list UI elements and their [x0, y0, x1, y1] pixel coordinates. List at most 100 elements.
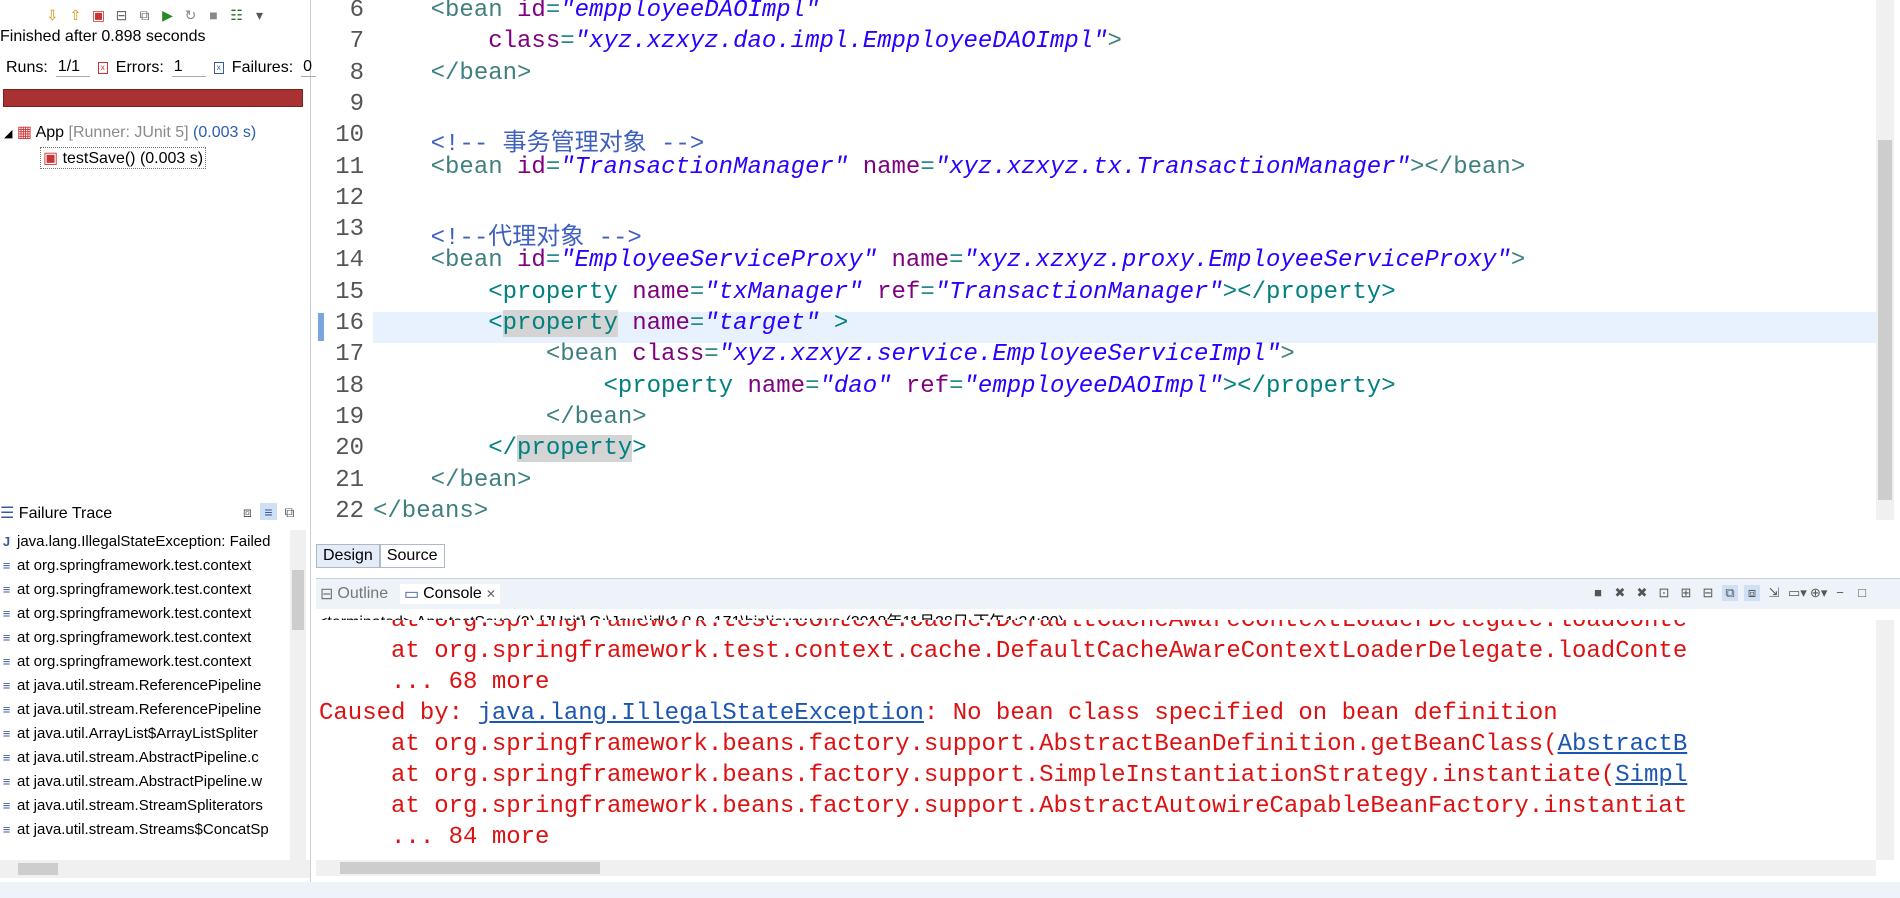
compare-icon[interactable]: ⧈	[239, 503, 256, 520]
console-scroll-thumb[interactable]	[340, 862, 600, 874]
trace-row-text: at java.util.stream.Streams$ConcatSp	[17, 821, 269, 838]
maximize-icon[interactable]: □	[1854, 585, 1870, 601]
previous-failure-icon[interactable]: ⇧	[67, 7, 84, 24]
code-line[interactable]: <bean id="EmployeeServiceProxy" name="xy…	[373, 247, 1526, 274]
history-icon[interactable]: ☷	[228, 7, 245, 24]
show-failures-only-icon[interactable]: ▣	[90, 7, 107, 24]
open-console-icon[interactable]: ⊕▾	[1810, 585, 1827, 601]
clear-console-icon[interactable]: ⊡	[1656, 585, 1672, 601]
tab-console[interactable]: ▭ Console ✕	[400, 584, 500, 604]
next-failure-icon[interactable]: ⇩	[44, 7, 61, 24]
display-console-icon[interactable]: ▭▾	[1788, 585, 1807, 601]
remove-all-icon[interactable]: ✖	[1634, 585, 1650, 601]
trace-row-text: at java.util.stream.AbstractPipeline.c	[17, 749, 259, 766]
console-line: ... 84 more	[319, 824, 550, 851]
stack-frame-icon: ≡	[2, 630, 11, 645]
expand-arrow-icon[interactable]: ◢	[4, 128, 12, 140]
stack-frame-icon: ≡	[2, 702, 11, 717]
trace-row-text: java.lang.IllegalStateException: Failed	[17, 533, 271, 550]
line-number: 12	[335, 184, 364, 212]
outline-icon: ⊟	[320, 586, 334, 603]
line-number: 11	[335, 153, 364, 181]
trace-row-text: at org.springframework.test.context	[17, 557, 252, 574]
line-number: 13	[335, 216, 364, 244]
line-number: 17	[335, 341, 364, 369]
pin-console-icon[interactable]: ⇲	[1766, 585, 1782, 601]
trace-row[interactable]: ≡ at java.util.stream.ReferencePipeline	[0, 674, 290, 698]
code-line[interactable]: <property name="dao" ref="empployeeDAOIm…	[373, 373, 1395, 400]
remove-launch-icon[interactable]: ✖	[1612, 585, 1628, 601]
tab-outline-label: Outline	[337, 585, 389, 602]
trace-row[interactable]: ≡ at org.springframework.test.context	[0, 602, 290, 626]
console-line: Caused by: java.lang.IllegalStateExcepti…	[319, 700, 1558, 727]
trace-row[interactable]: ≡ at java.util.stream.Streams$ConcatSp	[0, 818, 290, 842]
tab-source[interactable]: Source	[379, 544, 445, 568]
rerun-test-icon[interactable]: ▶	[159, 7, 176, 24]
scroll-lock-icon[interactable]: ⊞	[1678, 585, 1694, 601]
run-counts: Runs: 1/1 x Errors: 1 x Failures: 0	[6, 58, 336, 77]
trace-row[interactable]: ≡ at java.util.stream.AbstractPipeline.w	[0, 770, 290, 794]
terminate-icon[interactable]: ■	[1590, 585, 1606, 601]
trace-row[interactable]: ≡ at java.util.stream.AbstractPipeline.c	[0, 746, 290, 770]
code-line[interactable]: </beans>	[373, 498, 488, 525]
code-line[interactable]: </bean>	[373, 467, 532, 494]
code-line[interactable]: </property>	[373, 435, 647, 463]
trace-row[interactable]: ≡ at org.springframework.test.context	[0, 578, 290, 602]
trace-row-text: at org.springframework.test.context	[17, 605, 252, 622]
editor-scroll-thumb[interactable]	[1878, 140, 1892, 500]
line-number: 7	[349, 28, 364, 56]
tree-item-app[interactable]: ◢ ▦ App [Runner: JUnit 5] (0.003 s)	[4, 122, 256, 142]
minimize-icon[interactable]: −	[1832, 585, 1848, 601]
failure-icon: x	[213, 61, 224, 74]
trace-row[interactable]: ≡ at java.util.stream.ReferencePipeline	[0, 698, 290, 722]
trace-row[interactable]: ≡ at org.springframework.test.context	[0, 626, 290, 650]
code-line[interactable]: <property name="target" >	[373, 310, 848, 337]
errors-value: 1	[171, 58, 206, 77]
view-menu-icon[interactable]: ▾	[251, 7, 268, 24]
test-error-icon: ▣	[43, 150, 59, 167]
error-icon: x	[97, 61, 108, 74]
show-on-error-icon[interactable]: ⧈	[1744, 585, 1760, 601]
trace-row[interactable]: Jjava.lang.IllegalStateException: Failed	[0, 530, 290, 554]
code-line[interactable]: <bean id="empployeeDAOImpl"	[373, 0, 820, 24]
console-line: ... 68 more	[319, 669, 550, 696]
trace-row[interactable]: ≡ at java.util.ArrayList$ArrayListSpliter	[0, 722, 290, 746]
console-line: at org.springframework.beans.factory.sup…	[319, 731, 1688, 758]
trace-row[interactable]: ≡ at org.springframework.test.context	[0, 650, 290, 674]
trace-row[interactable]: ≡ at org.springframework.test.context	[0, 554, 290, 578]
code-line[interactable]: class="xyz.xzxyz.dao.impl.EmpployeeDAOIm…	[373, 28, 1122, 55]
stack-frame-icon: ≡	[2, 750, 11, 765]
trace-vertical-scrollbar[interactable]	[290, 530, 306, 860]
trace-row[interactable]: ≡ at java.util.stream.StreamSpliterators	[0, 794, 290, 818]
xml-editor[interactable]: 6 <bean id="empployeeDAOImpl" 7 class="xy…	[316, 0, 1900, 550]
code-line[interactable]: <bean id="TransactionManager" name="xyz.…	[373, 154, 1526, 181]
stop-icon[interactable]: ■	[205, 7, 222, 24]
copy-trace-icon[interactable]: ⧉	[281, 503, 298, 520]
trace-horizontal-scrollbar[interactable]	[0, 860, 310, 878]
tab-outline[interactable]: ⊟ Outline	[320, 584, 388, 604]
rerun-failed-icon[interactable]: ↻	[182, 7, 199, 24]
editor-horizontal-scrollbar[interactable]	[376, 522, 1876, 536]
layout-icon[interactable]: ⧉	[136, 7, 153, 24]
console-output[interactable]: at org.springframework.test.context.cach…	[316, 620, 1876, 858]
editor-mode-tabs: Design Source	[316, 544, 445, 568]
trace-row-text: at java.util.stream.AbstractPipeline.w	[17, 773, 263, 790]
console-vertical-scrollbar[interactable]	[1876, 620, 1894, 860]
code-line[interactable]: </bean>	[373, 404, 647, 431]
close-icon[interactable]: ✕	[486, 587, 496, 601]
tab-design[interactable]: Design	[316, 544, 380, 568]
code-line[interactable]: </bean>	[373, 60, 532, 87]
code-line[interactable]: <bean class="xyz.xzxyz.service.EmployeeS…	[373, 341, 1295, 368]
show-on-output-icon[interactable]: ⧉	[1722, 585, 1738, 601]
trace-row-text: at java.util.stream.ReferencePipeline	[17, 677, 262, 694]
errors-label: Errors:	[115, 58, 164, 76]
filter-stack-icon[interactable]: ≡	[260, 503, 277, 520]
tree-item-testsave[interactable]: ▣ testSave() (0.003 s)	[40, 147, 207, 169]
trace-row-text: at java.util.ArrayList$ArrayListSpliter	[17, 725, 258, 742]
word-wrap-icon[interactable]: ⊟	[1700, 585, 1716, 601]
scroll-lock-icon[interactable]: ⊟	[113, 7, 130, 24]
progress-bar	[3, 89, 303, 107]
console-tab-bar: ⊟ Outline ▭ Console ✕ ■ ✖ ✖ ⊡ ⊞ ⊟ ⧉ ⧈ ⇲ …	[316, 578, 1900, 609]
code-line[interactable]: <property name="txManager" ref="Transact…	[373, 279, 1395, 306]
console-line: at org.springframework.test.context.cach…	[319, 620, 1688, 634]
